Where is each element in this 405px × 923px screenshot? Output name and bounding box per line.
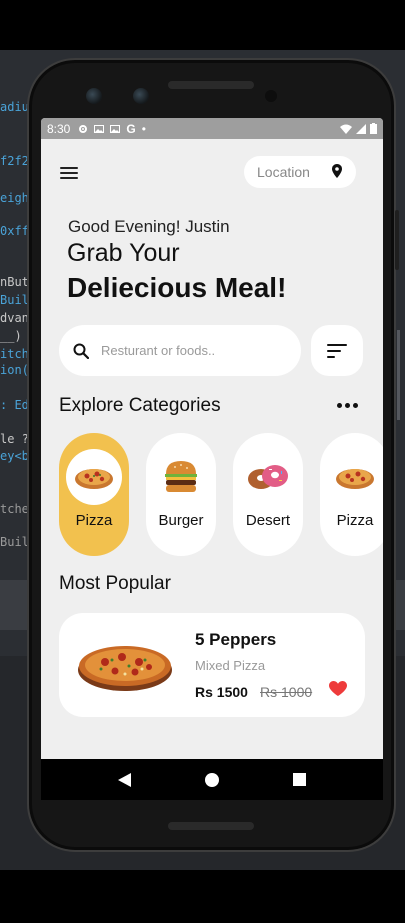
ide-code-fragment: ey<b bbox=[0, 449, 29, 463]
item-type: Mixed Pizza bbox=[195, 658, 266, 673]
category-label: Pizza bbox=[336, 512, 374, 529]
back-icon[interactable] bbox=[115, 770, 135, 790]
ide-code-fragment: Buil bbox=[0, 293, 29, 307]
photo-icon bbox=[94, 124, 105, 133]
ide-code-fragment: : Ed bbox=[0, 398, 29, 412]
proximity-sensor bbox=[265, 90, 277, 102]
secondary-camera-icon bbox=[133, 88, 149, 104]
pizza-icon bbox=[336, 469, 374, 489]
most-popular-title: Most Popular bbox=[59, 573, 171, 594]
donut-icon bbox=[248, 465, 288, 489]
location-pin-icon bbox=[332, 164, 342, 178]
system-nav-bar bbox=[41, 759, 383, 800]
battery-icon bbox=[370, 123, 377, 134]
app-screen: 8:30 G • Location Good Evening! Justin G… bbox=[41, 118, 383, 800]
burger-icon bbox=[165, 461, 197, 492]
google-icon: G bbox=[126, 121, 136, 136]
status-bar: 8:30 G • bbox=[41, 118, 383, 139]
location-label: Location bbox=[257, 164, 310, 180]
category-image-holder bbox=[327, 449, 383, 505]
gallery-icon bbox=[110, 124, 121, 133]
location-button[interactable]: Location bbox=[244, 156, 356, 188]
recents-icon[interactable] bbox=[289, 770, 309, 790]
heart-icon[interactable] bbox=[329, 681, 347, 697]
ide-code-fragment: nBut bbox=[0, 275, 29, 289]
bottom-speaker bbox=[168, 822, 254, 830]
item-price: Rs 1500 bbox=[195, 684, 248, 700]
greeting-text: Good Evening! Justin bbox=[68, 217, 230, 236]
power-button bbox=[395, 210, 399, 270]
headline-line2: Deliecious Meal! bbox=[67, 272, 287, 303]
status-time: 8:30 bbox=[47, 121, 71, 136]
pizza-image bbox=[78, 646, 172, 691]
ide-code-fragment: tche bbox=[0, 502, 29, 516]
notification-dot: • bbox=[141, 121, 146, 136]
home-icon[interactable] bbox=[202, 770, 222, 790]
search-icon bbox=[73, 343, 89, 359]
settings-icon bbox=[79, 124, 88, 133]
menu-icon[interactable] bbox=[60, 165, 78, 181]
filter-button[interactable] bbox=[311, 325, 363, 376]
category-label: Burger bbox=[158, 512, 204, 529]
ide-code-fragment: __) bbox=[0, 329, 22, 343]
category-label: Pizza bbox=[75, 512, 113, 529]
category-label: Desert bbox=[245, 512, 291, 529]
search-input[interactable] bbox=[101, 343, 281, 358]
category-image-holder bbox=[153, 449, 209, 505]
ide-code-fragment: adiu bbox=[0, 100, 29, 114]
categories-title: Explore Categories bbox=[59, 395, 221, 416]
category-desert[interactable]: Desert bbox=[233, 433, 303, 556]
ide-code-fragment: ion( bbox=[0, 363, 29, 377]
front-camera-icon bbox=[86, 88, 102, 104]
ide-code-fragment: le ? bbox=[0, 432, 29, 446]
headline-line1: Grab Your bbox=[67, 239, 180, 267]
ide-code-fragment: Buil bbox=[0, 535, 29, 549]
category-pizza-2[interactable]: Pizza bbox=[320, 433, 383, 556]
search-bar[interactable] bbox=[59, 325, 301, 376]
earpiece-speaker bbox=[168, 81, 254, 89]
wifi-icon bbox=[340, 124, 352, 134]
category-image-holder bbox=[240, 449, 296, 505]
signal-icon bbox=[356, 123, 366, 134]
pizza-icon bbox=[75, 469, 113, 489]
category-burger[interactable]: Burger bbox=[146, 433, 216, 556]
category-image-holder bbox=[66, 449, 122, 505]
category-pizza[interactable]: Pizza bbox=[59, 433, 129, 556]
item-old-price: Rs 1000 bbox=[260, 684, 313, 700]
filter-icon bbox=[327, 343, 347, 358]
ide-code-fragment: f2f2 bbox=[0, 154, 29, 168]
ide-code-fragment: dvan bbox=[0, 311, 29, 325]
more-dots-icon[interactable] bbox=[337, 403, 358, 408]
ide-code-fragment: itch bbox=[0, 347, 29, 361]
ide-scrollbar[interactable] bbox=[397, 330, 400, 420]
item-name: 5 Peppers bbox=[195, 630, 277, 649]
ide-code-fragment: eigh bbox=[0, 191, 29, 205]
popular-item-card[interactable]: 5 Peppers Mixed Pizza Rs 1500 Rs 1000 bbox=[59, 613, 365, 717]
ide-code-fragment: 0xff bbox=[0, 224, 29, 238]
